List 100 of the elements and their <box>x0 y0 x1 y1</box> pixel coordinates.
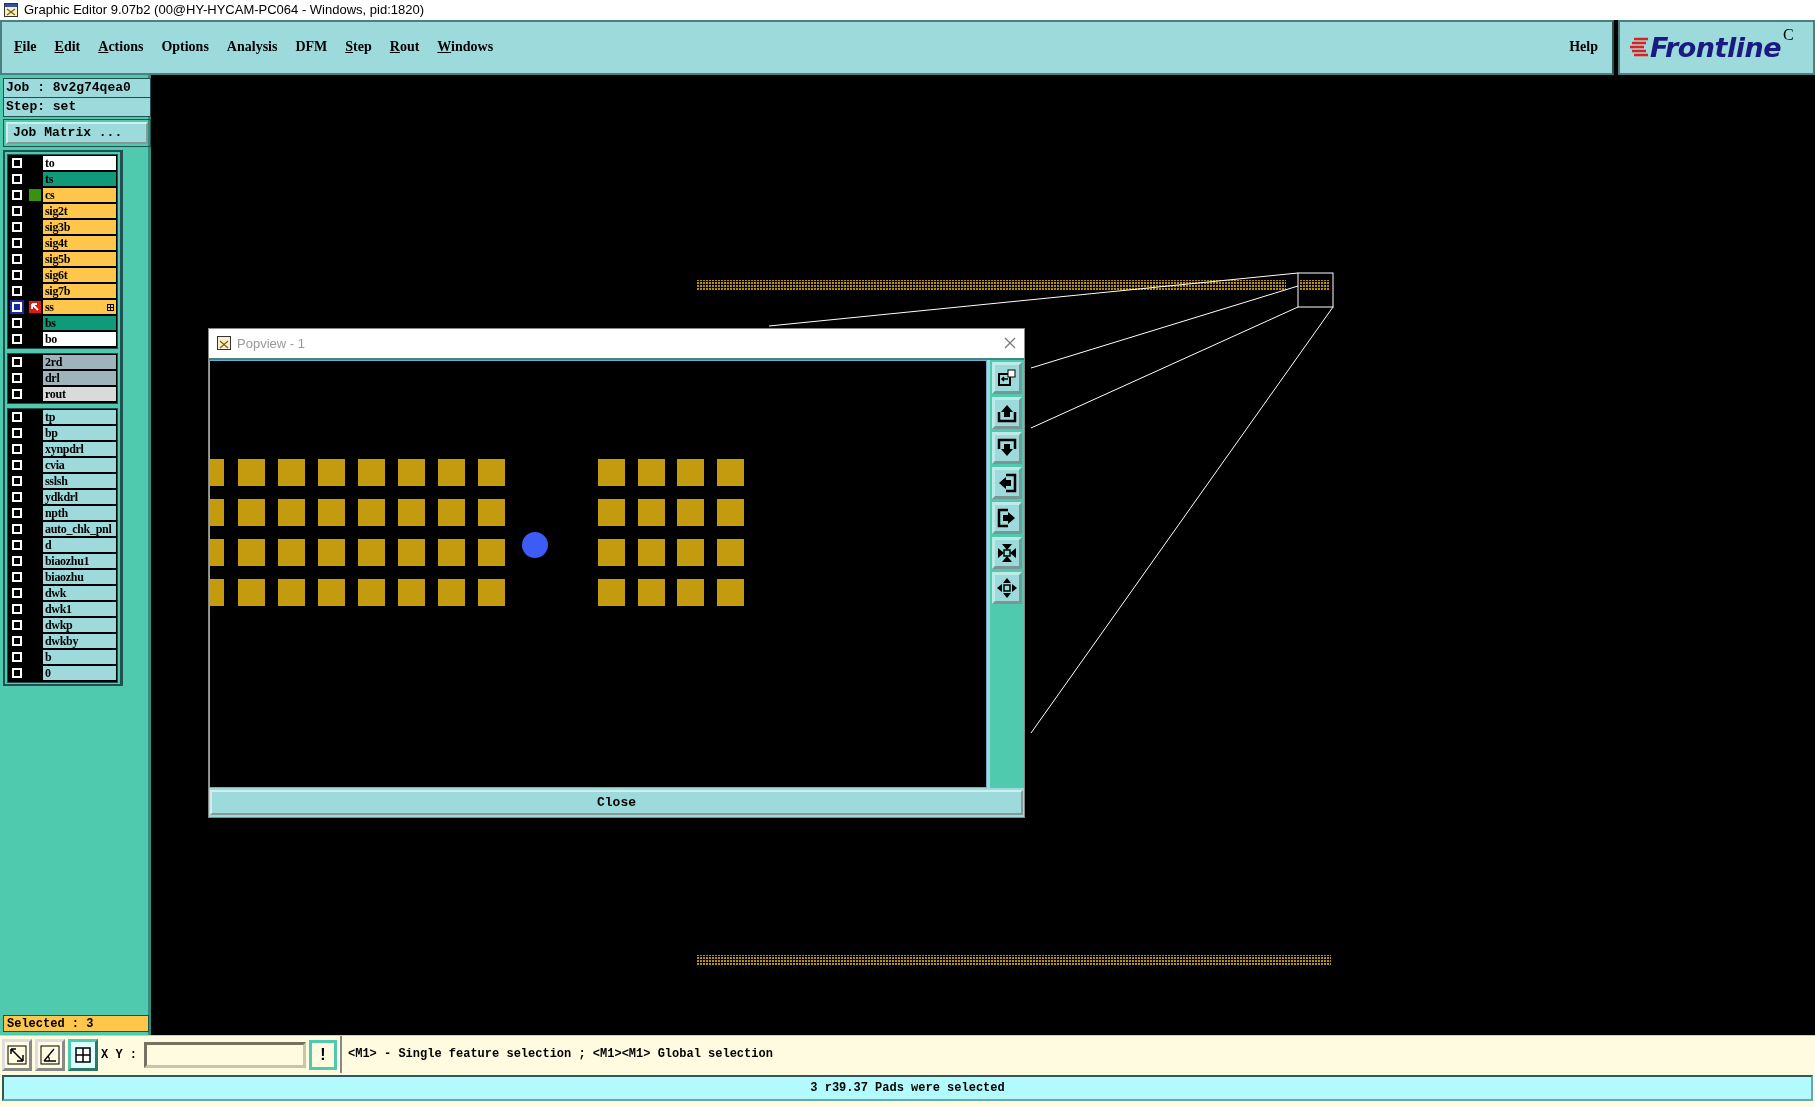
layer-name[interactable]: tp <box>43 410 116 425</box>
layer-select-box[interactable] <box>12 222 22 233</box>
layer-select-box[interactable] <box>12 476 22 487</box>
layer-select-box[interactable] <box>12 572 22 583</box>
layer-name[interactable]: auto_chk_pnl <box>43 522 116 537</box>
grid-tool-button[interactable] <box>68 1038 98 1071</box>
selected-count: Selected : 3 <box>3 1015 149 1032</box>
layer-name[interactable]: sig7b <box>43 284 116 299</box>
coordinates-field[interactable] <box>144 1041 306 1068</box>
layer-name[interactable]: dwk <box>43 586 116 601</box>
layer-select-box[interactable] <box>12 373 22 384</box>
layer-name[interactable]: bs <box>43 316 116 331</box>
layer-select-box[interactable] <box>12 460 22 471</box>
layer-select-box[interactable] <box>12 604 22 615</box>
layer-name[interactable]: sig3b <box>43 220 116 235</box>
layer-select-box[interactable] <box>12 556 22 567</box>
layer-name[interactable]: cvia <box>43 458 116 473</box>
layer-name[interactable]: ss <box>43 300 116 315</box>
close-button[interactable]: Close <box>210 789 1023 815</box>
coordinates-label: X Y : <box>101 1047 138 1062</box>
layer-select-box[interactable] <box>12 668 22 679</box>
pan-left-button[interactable] <box>992 466 1022 499</box>
layer-select-box[interactable] <box>12 389 22 400</box>
layer-select-box[interactable] <box>12 652 22 663</box>
alert-button[interactable]: ! <box>309 1039 337 1070</box>
close-icon <box>1004 337 1016 350</box>
zoom-out-button[interactable] <box>992 571 1022 604</box>
angle-tool-button[interactable] <box>35 1038 65 1071</box>
layer-name[interactable]: drl <box>43 371 116 386</box>
layer-select-box[interactable] <box>12 238 22 249</box>
layer-name[interactable]: biaozhu <box>43 570 116 585</box>
layer-name[interactable]: b <box>43 650 116 665</box>
layer-select-box[interactable] <box>12 334 22 345</box>
pan-down-button[interactable] <box>992 431 1022 464</box>
menu-item[interactable]: Step <box>345 39 372 56</box>
layer-name[interactable]: sig5b <box>43 252 116 267</box>
logo-text: Frontline <box>1650 31 1781 63</box>
menu-item[interactable]: Actions <box>98 39 144 56</box>
app-icon <box>217 336 231 351</box>
layer-name[interactable]: ts <box>43 172 116 187</box>
layer-name[interactable]: npth <box>43 506 116 521</box>
layer-select-box[interactable] <box>12 412 22 423</box>
help-menu-item[interactable]: Help <box>1569 39 1598 56</box>
diagonal-arrow-icon <box>7 1044 27 1065</box>
mouse-hint: <M1> - Single feature selection ; <M1><M1> Global selection <box>340 1036 1815 1073</box>
layer-select-box[interactable] <box>12 444 22 455</box>
layer-select-box[interactable] <box>12 174 22 185</box>
menu-item[interactable]: Analysis <box>226 39 278 56</box>
layer-name[interactable]: sig4t <box>43 236 116 251</box>
menu-item[interactable]: Options <box>161 39 209 56</box>
grid-icon <box>73 1044 93 1065</box>
layer-name[interactable]: xynpdrl <box>43 442 116 457</box>
layer-select-box[interactable] <box>12 158 22 169</box>
layer-select-box[interactable] <box>12 620 22 631</box>
layer-select-box[interactable] <box>12 286 22 297</box>
layer-select-box[interactable] <box>12 318 22 329</box>
layer-name[interactable]: dwkp <box>43 618 116 633</box>
menu-item[interactable]: Windows <box>437 39 494 56</box>
layer-name[interactable]: bp <box>43 426 116 441</box>
layer-name[interactable]: d <box>43 538 116 553</box>
layer-select-box[interactable] <box>12 254 22 265</box>
layer-name[interactable]: rout <box>43 387 116 402</box>
layer-select-box[interactable] <box>12 428 22 439</box>
layer-name[interactable]: bo <box>43 332 116 347</box>
status-bar: 3 r39.37 Pads were selected <box>2 1075 1813 1101</box>
layer-select-box[interactable] <box>12 206 22 217</box>
layer-name[interactable]: cs <box>43 188 116 203</box>
layer-select-box[interactable] <box>12 302 22 313</box>
layer-select-box[interactable] <box>12 540 22 551</box>
zoom-window-button[interactable] <box>992 361 1022 394</box>
layer-name[interactable]: to <box>43 156 116 171</box>
pan-up-button[interactable] <box>992 396 1022 429</box>
layer-select-box[interactable] <box>12 524 22 535</box>
menu-item[interactable]: DFM <box>295 39 328 56</box>
layer-select-box[interactable] <box>12 270 22 281</box>
layer-select-box[interactable] <box>12 588 22 599</box>
zoom-in-button[interactable] <box>992 536 1022 569</box>
menu-item[interactable]: Rout <box>389 39 420 56</box>
plus-box-icon <box>107 303 114 311</box>
layer-select-box[interactable] <box>12 636 22 647</box>
layer-name[interactable]: ydkdrl <box>43 490 116 505</box>
pan-right-button[interactable] <box>992 501 1022 534</box>
layer-name[interactable]: 0 <box>43 666 116 681</box>
selection-dot <box>522 531 548 558</box>
layer-select-box[interactable] <box>12 492 22 503</box>
select-tool-button[interactable] <box>2 1038 32 1071</box>
menu-item[interactable]: File <box>14 39 37 56</box>
layer-name[interactable]: 2rd <box>43 355 116 370</box>
angle-icon <box>40 1044 60 1065</box>
layer-name[interactable]: sig6t <box>43 268 116 283</box>
layer-name[interactable]: biaozhu1 <box>43 554 116 569</box>
layer-name[interactable]: dwk1 <box>43 602 116 617</box>
layer-name[interactable]: sig2t <box>43 204 116 219</box>
job-matrix-button[interactable]: Job Matrix ... <box>6 121 148 144</box>
menu-item[interactable]: Edit <box>54 39 81 56</box>
layer-select-box[interactable] <box>12 508 22 519</box>
layer-select-box[interactable] <box>12 357 22 368</box>
layer-name[interactable]: dwkby <box>43 634 116 649</box>
layer-select-box[interactable] <box>12 190 22 201</box>
layer-name[interactable]: sslsh <box>43 474 116 489</box>
